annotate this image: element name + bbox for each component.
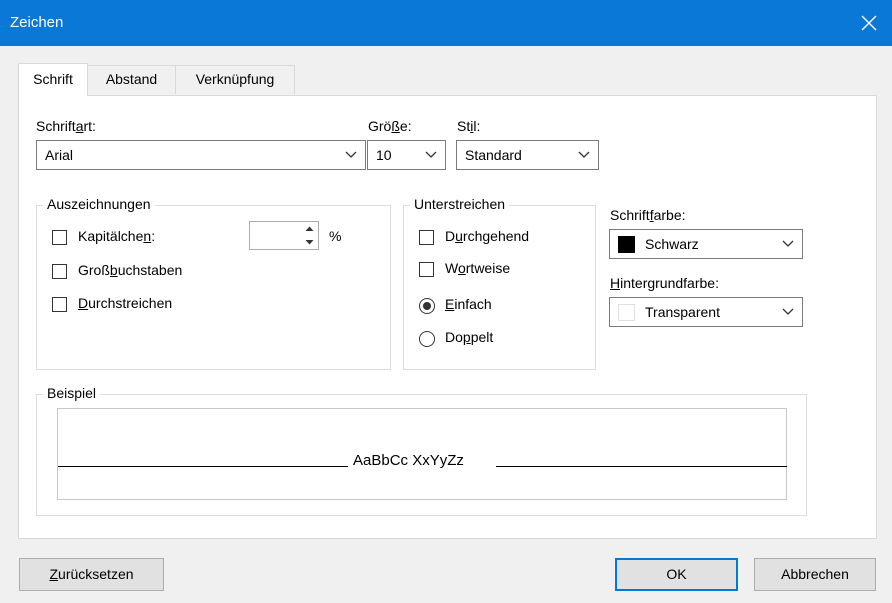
font-style-label: Stil:: [457, 118, 481, 134]
tab-abstand[interactable]: Abstand: [87, 65, 176, 94]
bg-color-select[interactable]: Transparent: [609, 297, 803, 327]
spin-down-button[interactable]: [301, 236, 318, 249]
doppelt-radio[interactable]: [419, 331, 435, 347]
cancel-label: Abbrechen: [781, 566, 849, 582]
chevron-down-icon: [782, 308, 794, 315]
close-button[interactable]: [846, 0, 892, 46]
radio-selected-dot: [423, 302, 431, 310]
preview-baseline-left: [58, 466, 348, 467]
preview-box: AaBbCc XxYyZz: [57, 408, 787, 500]
percent-sign: %: [329, 228, 342, 244]
tab-panel-schrift: Schriftart: Arial Größe: 10 Stil: Standa…: [18, 95, 877, 539]
einfach-label: Einfach: [445, 296, 492, 312]
font-family-label: Schriftart:: [36, 118, 96, 134]
auszeichnungen-title: Auszeichnungen: [43, 196, 155, 212]
kapitaelchen-label: Kapitälchen:: [78, 228, 156, 244]
bg-color-label: Hintergrundfarbe:: [610, 275, 719, 291]
wortweise-checkbox[interactable]: [419, 262, 434, 277]
bg-color-value: Transparent: [645, 304, 720, 320]
spin-up-button[interactable]: [301, 222, 318, 235]
unterstreichen-title: Unterstreichen: [410, 196, 510, 212]
cancel-button[interactable]: Abbrechen: [754, 558, 876, 591]
font-family-value: Arial: [45, 147, 74, 163]
unterstreichen-group: Unterstreichen Durchgehend Wortweise Ein…: [403, 196, 596, 370]
grossbuchstaben-label: Großbuchstaben: [78, 262, 183, 278]
tab-label: Verknüpfung: [195, 71, 275, 87]
ok-button[interactable]: OK: [615, 558, 738, 591]
tab-schrift[interactable]: Schrift: [18, 63, 88, 96]
reset-label: Zurücksetzen: [49, 566, 134, 582]
durchstreichen-checkbox[interactable]: [52, 297, 67, 312]
font-size-select[interactable]: 10: [367, 140, 446, 170]
tab-label: Schrift: [33, 71, 73, 87]
triangle-down-icon: [305, 240, 314, 245]
chevron-down-icon: [425, 151, 437, 158]
grossbuchstaben-checkbox[interactable]: [52, 264, 67, 279]
font-size-label: Größe:: [368, 118, 412, 134]
bg-color-swatch: [618, 304, 635, 321]
kapitaelchen-checkbox[interactable]: [52, 230, 67, 245]
window-title: Zeichen: [10, 14, 64, 31]
triangle-up-icon: [305, 226, 314, 231]
close-icon: [861, 15, 877, 31]
durchgehend-checkbox[interactable]: [419, 230, 434, 245]
title-bar: Zeichen: [0, 0, 892, 46]
tab-verknuepfung[interactable]: Verknüpfung: [175, 65, 295, 94]
font-color-label: Schriftfarbe:: [610, 207, 686, 223]
spinner-buttons: [301, 222, 318, 249]
font-size-value: 10: [376, 147, 392, 163]
durchstreichen-label: Durchstreichen: [78, 295, 173, 311]
doppelt-label: Doppelt: [445, 329, 494, 345]
reset-button[interactable]: Zurücksetzen: [19, 558, 164, 591]
preview-sample-text: AaBbCc XxYyZz: [353, 452, 464, 469]
font-style-select[interactable]: Standard: [456, 140, 599, 170]
wortweise-label: Wortweise: [445, 260, 511, 276]
font-color-swatch: [618, 236, 635, 253]
chevron-down-icon: [345, 151, 357, 158]
font-color-value: Schwarz: [645, 236, 699, 252]
chevron-down-icon: [782, 240, 794, 247]
kapitaelchen-percent-spinner[interactable]: [249, 221, 319, 250]
font-family-select[interactable]: Arial: [36, 140, 366, 170]
beispiel-title: Beispiel: [43, 385, 101, 401]
durchgehend-label: Durchgehend: [445, 228, 530, 244]
einfach-radio[interactable]: [419, 298, 435, 314]
auszeichnungen-group: Auszeichnungen Kapitälchen: % Großbuchst…: [36, 196, 391, 370]
font-color-select[interactable]: Schwarz: [609, 229, 803, 259]
chevron-down-icon: [578, 151, 590, 158]
font-style-value: Standard: [465, 147, 522, 163]
ok-label: OK: [666, 566, 687, 582]
preview-baseline-right: [496, 466, 787, 467]
tab-label: Abstand: [105, 71, 158, 87]
